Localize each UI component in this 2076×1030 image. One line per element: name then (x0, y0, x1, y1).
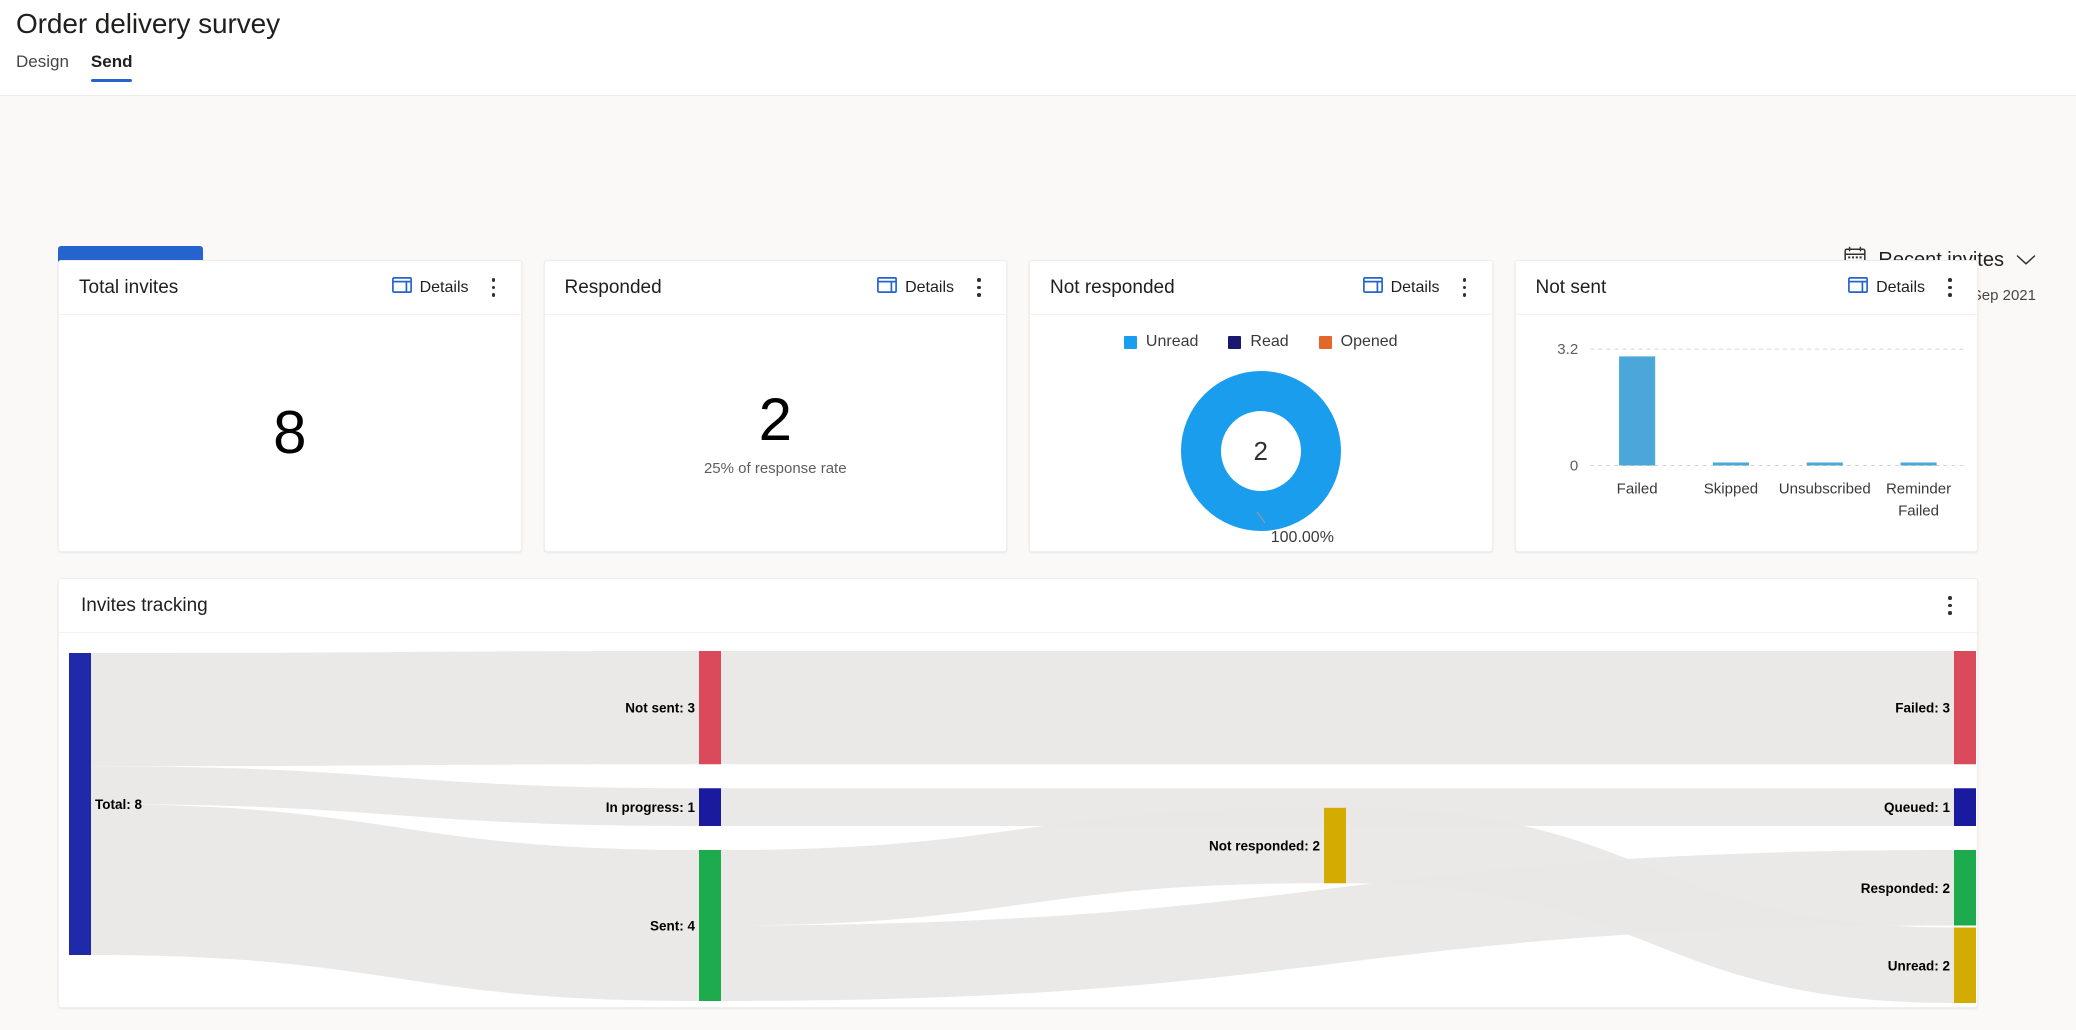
legend-label: Read (1250, 333, 1288, 351)
card-responded: Responded Details 2 25% of response rate (544, 260, 1008, 552)
details-button-label: Details (420, 279, 469, 297)
card-title: Responded (565, 277, 872, 299)
more-vertical-icon[interactable] (1937, 591, 1963, 621)
card-header: Total invites Details (59, 261, 521, 315)
svg-text:Failed: 3: Failed: 3 (1895, 701, 1950, 716)
svg-text:Queued: 1: Queued: 1 (1884, 800, 1951, 815)
not-sent-bar-chart[interactable]: 3.2 0 Failed Skipped Unsubscribed Reminder Fai… (1516, 315, 1977, 552)
panel-title: Invites tracking (81, 595, 1931, 617)
card-header: Not responded Details (1030, 261, 1492, 315)
details-panel-icon (1363, 277, 1383, 298)
details-button[interactable]: Details (1842, 273, 1931, 302)
card-body: 3.2 0 Failed Skipped Unsubscribed Reminder Fai… (1516, 315, 1978, 551)
more-vertical-icon[interactable] (966, 273, 992, 303)
panel-header: Invites tracking (59, 579, 1977, 633)
svg-text:Failed: Failed (1616, 481, 1657, 498)
details-button-label: Details (1876, 279, 1925, 297)
more-vertical-icon[interactable] (1452, 273, 1478, 303)
invites-tracking-sankey[interactable]: Total: 8 Not sent: 3 In progress: 1 Sent: 4… (59, 633, 1977, 1007)
card-title: Not responded (1050, 277, 1357, 299)
tab-design[interactable]: Design (16, 52, 69, 82)
kpi-card-row: Total invites Details 8 Responded (58, 260, 1978, 552)
donut-legend: Unread Read Opened (1030, 333, 1492, 351)
donut-chart[interactable]: 2 (1181, 371, 1341, 531)
responded-value: 2 (759, 390, 792, 450)
details-button[interactable]: Details (386, 273, 475, 302)
svg-text:In progress: 1: In progress: 1 (606, 800, 696, 815)
responded-rate-note: 25% of response rate (704, 460, 847, 477)
command-bar: Resend (0, 96, 2076, 196)
card-not-responded: Not responded Details Unread (1029, 260, 1493, 552)
svg-text:Responded: 2: Responded: 2 (1861, 881, 1950, 896)
details-button-label: Details (905, 279, 954, 297)
svg-text:Sent: 4: Sent: 4 (650, 919, 696, 934)
svg-text:3.2: 3.2 (1557, 341, 1578, 358)
legend-label: Unread (1146, 333, 1198, 351)
svg-text:Unsubscribed: Unsubscribed (1778, 481, 1870, 498)
legend-item-read[interactable]: Read (1228, 333, 1288, 351)
tab-design-label: Design (16, 52, 69, 71)
card-body: 2 25% of response rate (545, 315, 1007, 551)
legend-swatch (1124, 336, 1137, 349)
svg-text:Total: 8: Total: 8 (95, 797, 142, 812)
card-header: Responded Details (545, 261, 1007, 315)
donut-center-value: 2 (1181, 371, 1341, 531)
legend-item-opened[interactable]: Opened (1319, 333, 1398, 351)
total-invites-value: 8 (273, 403, 306, 463)
svg-text:0: 0 (1569, 458, 1577, 475)
tab-send-label: Send (91, 52, 133, 71)
app-header: Order delivery survey Design Send (0, 0, 2076, 96)
legend-swatch (1319, 336, 1332, 349)
svg-text:Skipped: Skipped (1703, 481, 1757, 498)
svg-text:Not responded: 2: Not responded: 2 (1209, 839, 1320, 854)
svg-text:Failed: Failed (1898, 503, 1939, 520)
details-panel-icon (1848, 277, 1868, 298)
more-vertical-icon[interactable] (1937, 273, 1963, 303)
donut-percent-label: 100.00% (1271, 529, 1334, 547)
legend-swatch (1228, 336, 1241, 349)
card-header: Not sent Details (1516, 261, 1978, 315)
chevron-down-icon (2016, 249, 2036, 272)
details-panel-icon (392, 277, 412, 298)
legend-label: Opened (1341, 333, 1398, 351)
page-title: Order delivery survey (16, 8, 280, 40)
more-vertical-icon[interactable] (481, 273, 507, 303)
details-button[interactable]: Details (871, 273, 960, 302)
tabstrip: Design Send (16, 52, 132, 82)
invites-tracking-panel: Invites tracking Total: 8 Not sent: 3 In p… (58, 578, 1978, 1008)
details-button[interactable]: Details (1357, 273, 1446, 302)
card-total-invites: Total invites Details 8 (58, 260, 522, 552)
card-not-sent: Not sent Details 3.2 0 Failed Skipped Unsubs… (1515, 260, 1979, 552)
details-button-label: Details (1391, 279, 1440, 297)
svg-text:Unread: 2: Unread: 2 (1888, 958, 1950, 973)
card-body: Unread Read Opened 2 100.00% (1030, 315, 1492, 551)
svg-text:Not sent: 3: Not sent: 3 (625, 701, 695, 716)
card-title: Not sent (1536, 277, 1843, 299)
card-body: 8 (59, 315, 521, 551)
svg-text:Reminder: Reminder (1885, 481, 1950, 498)
tab-send[interactable]: Send (91, 52, 133, 82)
card-title: Total invites (79, 277, 386, 299)
panel-body: Total: 8 Not sent: 3 In progress: 1 Sent: 4… (59, 633, 1977, 1007)
details-panel-icon (877, 277, 897, 298)
legend-item-unread[interactable]: Unread (1124, 333, 1198, 351)
